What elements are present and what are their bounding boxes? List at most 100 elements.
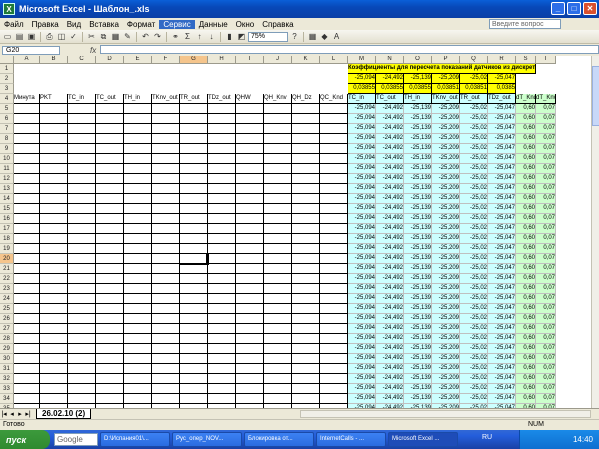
- grid-cell[interactable]: [40, 274, 68, 284]
- grid-cell[interactable]: [292, 254, 320, 264]
- grid-cell[interactable]: [292, 194, 320, 204]
- grid-cell[interactable]: [320, 214, 348, 224]
- grid-cell[interactable]: [292, 184, 320, 194]
- grid-cell[interactable]: [292, 264, 320, 274]
- grid-cell[interactable]: [40, 134, 68, 144]
- grid-cell[interactable]: [208, 274, 236, 284]
- google-search-input[interactable]: Google: [54, 433, 98, 446]
- grid-cell[interactable]: [320, 364, 348, 374]
- grid-cell[interactable]: [152, 124, 180, 134]
- grid-cell[interactable]: [208, 344, 236, 354]
- spreadsheet-grid[interactable]: A B C D E F G H I J K L M N O P Q R S T 1 2 3 4 5 6 7 8 9 10 11 12 13 14 1…: [0, 56, 591, 408]
- grid-cell[interactable]: [68, 104, 96, 114]
- grid-cell[interactable]: [68, 144, 96, 154]
- grid-cell[interactable]: [96, 324, 124, 334]
- row-header[interactable]: 15: [0, 204, 14, 214]
- grid-cell[interactable]: [236, 384, 264, 394]
- redo-icon[interactable]: ↷: [152, 31, 163, 42]
- grid-cell[interactable]: [320, 174, 348, 184]
- grid-cell[interactable]: [236, 274, 264, 284]
- grid-cell[interactable]: [236, 324, 264, 334]
- grid-cell[interactable]: [320, 264, 348, 274]
- grid-cell[interactable]: [180, 334, 208, 344]
- grid-cell[interactable]: [96, 294, 124, 304]
- grid-cell[interactable]: [96, 374, 124, 384]
- row-header[interactable]: 34: [0, 394, 14, 404]
- grid-cell[interactable]: [14, 264, 40, 274]
- grid-cell[interactable]: [152, 304, 180, 314]
- grid-cell[interactable]: [320, 194, 348, 204]
- grid-cell[interactable]: [124, 174, 152, 184]
- grid-cell[interactable]: [14, 244, 40, 254]
- grid-cell[interactable]: [236, 224, 264, 234]
- grid-cell[interactable]: [14, 394, 40, 404]
- grid-cell[interactable]: [180, 264, 208, 274]
- grid-cell[interactable]: [14, 204, 40, 214]
- grid-cell[interactable]: [208, 124, 236, 134]
- grid-cell[interactable]: [264, 234, 292, 244]
- grid-cell[interactable]: [264, 304, 292, 314]
- grid-cell[interactable]: [264, 334, 292, 344]
- fill-color-icon[interactable]: ◆: [319, 31, 330, 42]
- grid-cell[interactable]: [152, 354, 180, 364]
- grid-cell[interactable]: [236, 394, 264, 404]
- column-header[interactable]: C: [68, 56, 96, 64]
- grid-cell[interactable]: [292, 374, 320, 384]
- column-header[interactable]: F: [152, 56, 180, 64]
- taskbar-window-button[interactable]: D:\Испания01\...: [100, 432, 170, 447]
- next-sheet-icon[interactable]: ▸: [16, 410, 24, 418]
- grid-cell[interactable]: [96, 204, 124, 214]
- grid-cell[interactable]: [14, 324, 40, 334]
- grid-cell[interactable]: [40, 144, 68, 154]
- grid-cell[interactable]: [208, 384, 236, 394]
- grid-cell[interactable]: [124, 304, 152, 314]
- grid-cell[interactable]: [292, 364, 320, 374]
- row-header[interactable]: 8: [0, 134, 14, 144]
- grid-cell[interactable]: [292, 234, 320, 244]
- row-header[interactable]: 18: [0, 234, 14, 244]
- grid-cell[interactable]: [208, 324, 236, 334]
- grid-cell[interactable]: [180, 204, 208, 214]
- undo-icon[interactable]: ↶: [140, 31, 151, 42]
- row-header[interactable]: 20: [0, 254, 14, 264]
- grid-cell[interactable]: [264, 124, 292, 134]
- grid-cell[interactable]: [40, 294, 68, 304]
- grid-cell[interactable]: [152, 194, 180, 204]
- print-icon[interactable]: ⎙: [44, 31, 55, 42]
- grid-cell[interactable]: [236, 334, 264, 344]
- row-header[interactable]: 12: [0, 174, 14, 184]
- grid-cell[interactable]: [320, 204, 348, 214]
- minimize-button[interactable]: _: [551, 2, 565, 15]
- grid-cell[interactable]: [152, 264, 180, 274]
- grid-cell[interactable]: [264, 214, 292, 224]
- taskbar-window-button[interactable]: Блокировка от...: [244, 432, 314, 447]
- grid-cell[interactable]: [292, 174, 320, 184]
- grid-cell[interactable]: [96, 314, 124, 324]
- grid-cell[interactable]: [179, 253, 209, 265]
- grid-cell[interactable]: [180, 394, 208, 404]
- grid-cell[interactable]: [264, 254, 292, 264]
- grid-cell[interactable]: [68, 114, 96, 124]
- grid-cell[interactable]: [40, 354, 68, 364]
- grid-cell[interactable]: [208, 334, 236, 344]
- column-header[interactable]: O: [404, 56, 432, 64]
- grid-cell[interactable]: [180, 284, 208, 294]
- drawing-icon[interactable]: ◩: [236, 31, 247, 42]
- start-button[interactable]: пуск: [0, 430, 50, 449]
- grid-cell[interactable]: [264, 344, 292, 354]
- row-header[interactable]: 19: [0, 244, 14, 254]
- grid-cell[interactable]: [68, 334, 96, 344]
- format-painter-icon[interactable]: ✎: [122, 31, 133, 42]
- grid-cell[interactable]: [14, 174, 40, 184]
- grid-cell[interactable]: [264, 314, 292, 324]
- grid-cell[interactable]: [14, 184, 40, 194]
- grid-cell[interactable]: [96, 284, 124, 294]
- menu-item[interactable]: Вид: [63, 20, 85, 29]
- grid-cell[interactable]: [124, 384, 152, 394]
- grid-cell[interactable]: [96, 264, 124, 274]
- grid-cell[interactable]: [208, 214, 236, 224]
- grid-cell[interactable]: [96, 364, 124, 374]
- grid-cell[interactable]: [180, 224, 208, 234]
- grid-cell[interactable]: [14, 254, 40, 264]
- formula-input[interactable]: [100, 45, 599, 54]
